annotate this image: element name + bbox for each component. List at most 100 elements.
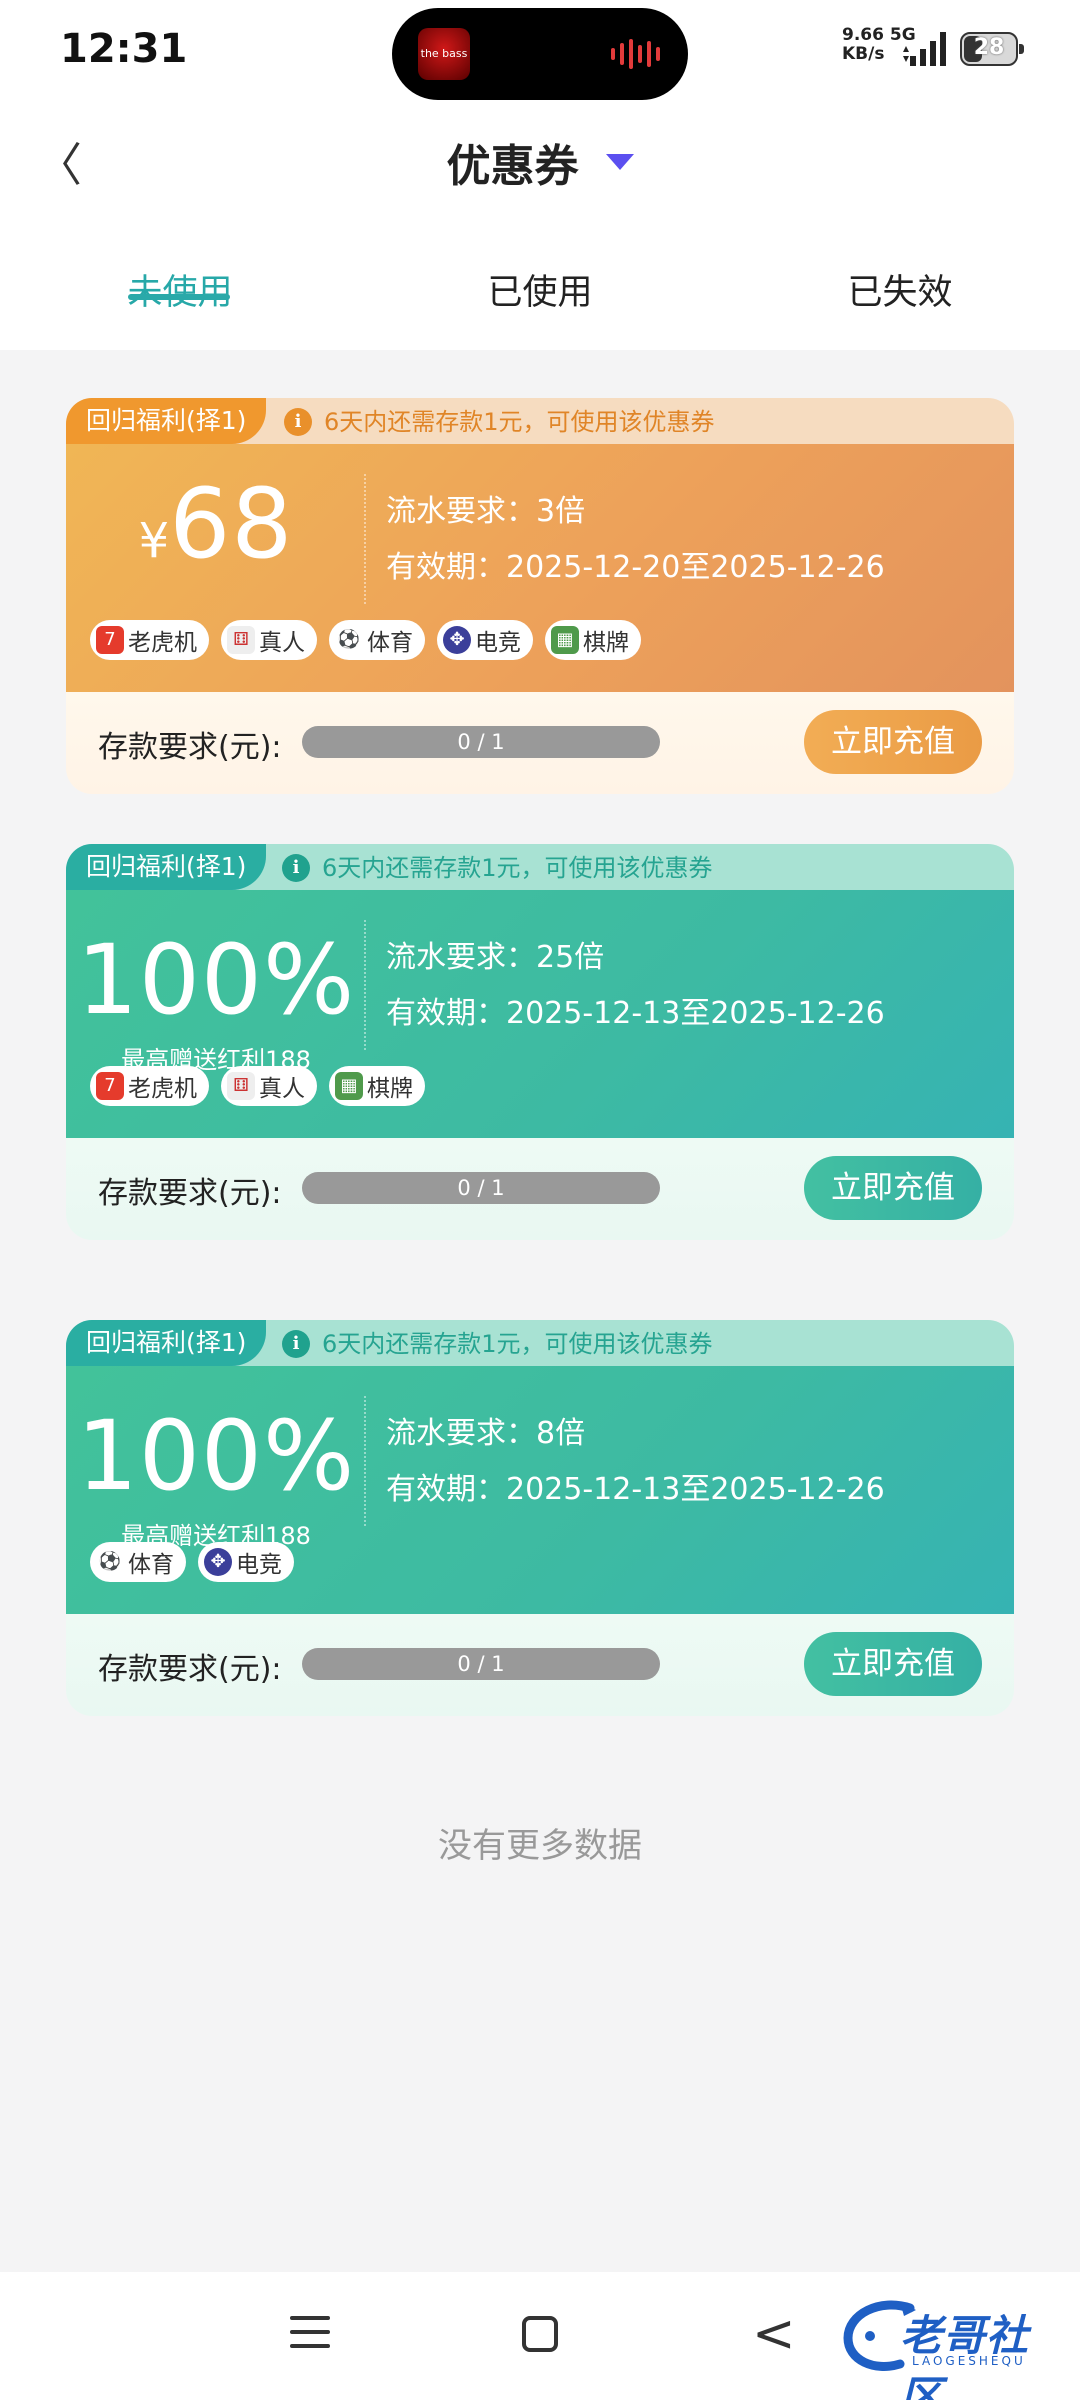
title-dropdown[interactable]: 优惠券 — [0, 130, 1080, 194]
page-title: 优惠券 — [446, 141, 579, 192]
tag-cards: ▦ 棋牌 — [329, 1066, 425, 1106]
info-icon: i — [284, 408, 312, 436]
coupon-notice-text: 6天内还需存款1元，可使用该优惠券 — [322, 854, 713, 882]
watermark: 老哥社区 LAOGESHEQU — [840, 2298, 1070, 2400]
wagering-requirement: 流水要求：25倍 — [386, 940, 605, 975]
coupon-header: 回归福利(择1) i 6天内还需存款1元，可使用该优惠券 — [66, 398, 1014, 444]
tag-label: 真人 — [259, 1076, 305, 1102]
tag-slots: 7 老虎机 — [90, 1066, 209, 1106]
coupon-notice: i 6天内还需存款1元，可使用该优惠券 — [284, 398, 715, 444]
coupon-amount: ¥68 — [66, 468, 366, 580]
battery-icon: 28 — [960, 32, 1024, 66]
dice-icon: ⚅ — [227, 1072, 255, 1100]
tag-label: 棋牌 — [367, 1076, 413, 1102]
deposit-requirement-label: 存款要求(元): — [98, 730, 282, 765]
coupon-badge: 回归福利(择1) — [66, 1320, 267, 1366]
mahjong-tile-icon: ▦ — [335, 1072, 363, 1100]
tab-bar: 未使用 已使用 已失效 — [0, 250, 1080, 350]
caret-down-icon — [605, 154, 634, 170]
validity-period: 有效期：2025-12-13至2025-12-26 — [386, 996, 885, 1031]
tag-label: 体育 — [128, 1552, 174, 1578]
tag-live: ⚅ 真人 — [221, 620, 317, 660]
tag-esports: ✥ 电竞 — [198, 1542, 294, 1582]
deposit-requirement-label: 存款要求(元): — [98, 1176, 282, 1211]
watermark-subtext: LAOGESHEQU — [912, 2354, 1026, 2368]
deposit-progress-bar: 0 / 1 — [302, 726, 660, 758]
system-nav-bar: < 老哥社区 LAOGESHEQU — [0, 2272, 1080, 2400]
coupon-notice-text: 6天内还需存款1元，可使用该优惠券 — [324, 408, 715, 436]
tag-slots: 7 老虎机 — [90, 620, 209, 660]
deposit-requirement-label: 存款要求(元): — [98, 1652, 282, 1687]
tab-used[interactable]: 已使用 — [440, 250, 640, 350]
mahjong-tile-icon: ▦ — [551, 626, 579, 654]
wagering-requirement: 流水要求：8倍 — [386, 1416, 586, 1451]
tag-sports: ⚽ 体育 — [329, 620, 425, 660]
album-art-icon: the bass — [418, 28, 470, 80]
coupon-badge: 回归福利(择1) — [66, 844, 267, 890]
recharge-button[interactable]: 立即充值 — [804, 1632, 982, 1696]
dynamic-island[interactable]: the bass — [392, 8, 688, 100]
info-icon: i — [282, 854, 310, 882]
divider — [364, 1396, 366, 1526]
game-tags: 7 老虎机 ⚅ 真人 ⚽ 体育 ✥ 电竞 ▦ 棋牌 — [90, 620, 641, 660]
tag-label: 真人 — [259, 630, 305, 656]
gamepad-icon: ✥ — [443, 626, 471, 654]
game-tags: ⚽ 体育 ✥ 电竞 — [90, 1542, 294, 1582]
coupon-card: 回归福利(择1) i 6天内还需存款1元，可使用该优惠券 ¥68 流水要求：3倍 … — [66, 398, 1014, 794]
tag-label: 电竞 — [236, 1552, 282, 1578]
soccer-ball-icon: ⚽ — [98, 1551, 122, 1572]
tab-expired[interactable]: 已失效 — [800, 250, 1000, 350]
tag-label: 体育 — [367, 630, 413, 656]
header: 〈 优惠券 未使用 已使用 已失效 — [0, 100, 1080, 350]
coupon-header: 回归福利(择1) i 6天内还需存款1元，可使用该优惠券 — [66, 1320, 1014, 1366]
divider — [364, 474, 366, 604]
coupon-footer: 存款要求(元): 0 / 1 立即充值 — [66, 1138, 1014, 1240]
tag-live: ⚅ 真人 — [221, 1066, 317, 1106]
coupon-notice: i 6天内还需存款1元，可使用该优惠券 — [282, 844, 713, 890]
soccer-ball-icon: ⚽ — [337, 629, 361, 650]
deposit-progress-bar: 0 / 1 — [302, 1648, 660, 1680]
coupon-body: 100% 最高赠送红利188 流水要求：25倍 有效期：2025-12-13至2… — [66, 890, 1014, 1138]
coupon-header: 回归福利(择1) i 6天内还需存款1元，可使用该优惠券 — [66, 844, 1014, 890]
slot-machine-icon: 7 — [96, 1072, 124, 1100]
coupon-body: 100% 最高赠送红利188 流水要求：8倍 有效期：2025-12-13至20… — [66, 1366, 1014, 1614]
dice-icon: ⚅ — [227, 626, 255, 654]
status-bar: 12:31 the bass 9.66 5G KB/s 28 — [0, 0, 1080, 100]
watermark-text: 老哥社区 — [900, 2311, 1030, 2400]
nav-back-icon[interactable]: < — [752, 2308, 796, 2360]
home-square-icon[interactable] — [522, 2316, 558, 2352]
tag-cards: ▦ 棋牌 — [545, 620, 641, 660]
deposit-progress-bar: 0 / 1 — [302, 1172, 660, 1204]
recharge-button[interactable]: 立即充值 — [804, 1156, 982, 1220]
recharge-button[interactable]: 立即充值 — [804, 710, 982, 774]
signal-icon — [903, 32, 946, 66]
gamepad-icon: ✥ — [204, 1548, 232, 1576]
tab-indicator — [128, 294, 230, 300]
coupon-body: ¥68 流水要求：3倍 有效期：2025-12-20至2025-12-26 7老… — [66, 444, 1014, 692]
currency-symbol: ¥ — [138, 513, 170, 569]
amount-value: 100% — [76, 1400, 356, 1512]
coupon-badge: 回归福利(择1) — [66, 398, 267, 444]
battery-level: 28 — [973, 35, 1005, 60]
no-more-data-text: 没有更多数据 — [438, 1826, 642, 1866]
tag-label: 电竞 — [475, 630, 521, 656]
tag-esports: ✥ 电竞 — [437, 620, 533, 660]
recents-menu-icon[interactable] — [290, 2316, 330, 2352]
info-icon: i — [282, 1330, 310, 1358]
coupon-footer: 存款要求(元): 0 / 1 立即充值 — [66, 692, 1014, 794]
amount-value: 68 — [169, 468, 294, 580]
coupon-notice-text: 6天内还需存款1元，可使用该优惠券 — [322, 1330, 713, 1358]
coupon-notice: i 6天内还需存款1元，可使用该优惠券 — [282, 1320, 713, 1366]
coupon-card: 回归福利(择1) i 6天内还需存款1元，可使用该优惠券 100% 最高赠送红利1… — [66, 844, 1014, 1240]
validity-period: 有效期：2025-12-13至2025-12-26 — [386, 1472, 885, 1507]
network-speed-value: 9.66 — [842, 25, 884, 45]
amount-value: 100% — [76, 924, 356, 1036]
tag-sports: ⚽ 体育 — [90, 1542, 186, 1582]
coupon-card: 回归福利(择1) i 6天内还需存款1元，可使用该优惠券 100% 最高赠送红利1… — [66, 1320, 1014, 1716]
game-tags: 7 老虎机 ⚅ 真人 ▦ 棋牌 — [90, 1066, 425, 1106]
validity-period: 有效期：2025-12-20至2025-12-26 — [386, 550, 885, 585]
tab-unused[interactable]: 未使用 — [80, 250, 280, 350]
tag-label: 老虎机 — [128, 630, 197, 656]
coupon-footer: 存款要求(元): 0 / 1 立即充值 — [66, 1614, 1014, 1716]
tag-label: 棋牌 — [583, 630, 629, 656]
